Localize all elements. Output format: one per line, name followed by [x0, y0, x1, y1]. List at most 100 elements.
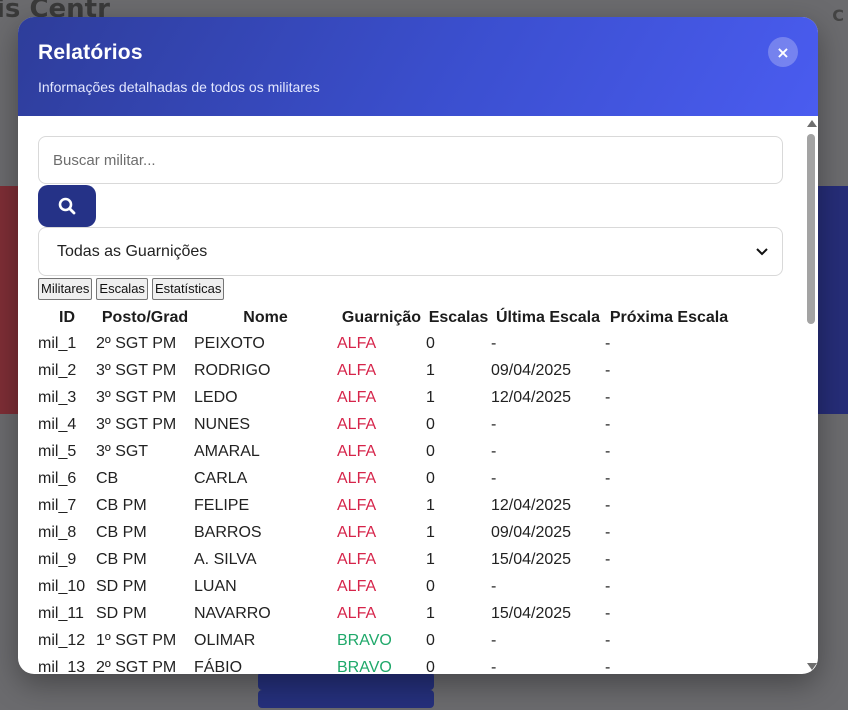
cell-posto: CB PM	[96, 523, 147, 541]
cell-proxima-escala: -	[605, 658, 611, 675]
background-button	[258, 690, 434, 708]
cell-proxima-escala: -	[605, 388, 611, 406]
chevron-down-icon	[756, 247, 768, 255]
cell-escalas: 0	[426, 631, 435, 649]
search-input[interactable]	[38, 136, 783, 184]
cell-escalas: 1	[426, 523, 435, 541]
cell-id: mil_11	[38, 604, 84, 622]
cell-proxima-escala: -	[605, 523, 611, 541]
cell-ultima-escala: 09/04/2025	[491, 361, 572, 379]
scroll-up-arrow-icon[interactable]	[807, 120, 817, 127]
cell-id: mil_12	[38, 631, 86, 649]
cell-guarnicao: ALFA	[337, 442, 377, 460]
report-tabs: Militares Escalas Estatísticas	[38, 278, 783, 300]
cell-ultima-escala: 12/04/2025	[491, 388, 572, 406]
background-fragment: C	[832, 6, 844, 25]
cell-nome: AMARAL	[194, 442, 260, 460]
cell-id: mil_9	[38, 550, 77, 568]
close-icon: ×	[776, 42, 790, 62]
cell-ultima-escala: -	[491, 577, 497, 595]
cell-id: mil_4	[38, 415, 77, 433]
cell-guarnicao: ALFA	[337, 577, 377, 595]
cell-posto: SD PM	[96, 577, 147, 595]
cell-guarnicao: BRAVO	[337, 631, 392, 649]
tab-escalas[interactable]: Escalas	[96, 278, 148, 300]
modal-body: Todas as Guarnições Militares Escalas Es…	[18, 116, 818, 674]
cell-posto: 2º SGT PM	[96, 334, 177, 352]
cell-guarnicao: ALFA	[337, 469, 377, 487]
cell-nome: NAVARRO	[194, 604, 271, 622]
cell-id: mil_8	[38, 523, 77, 541]
cell-proxima-escala: -	[605, 577, 611, 595]
cell-nome: CARLA	[194, 469, 248, 487]
cell-escalas: 0	[426, 334, 435, 352]
cell-nome: FÁBIO	[194, 658, 243, 675]
cell-guarnicao: BRAVO	[337, 658, 392, 675]
cell-proxima-escala: -	[605, 334, 611, 352]
cell-proxima-escala: -	[605, 550, 611, 568]
cell-guarnicao: ALFA	[337, 496, 377, 514]
cell-guarnicao: ALFA	[337, 415, 377, 433]
table-row: mil_10 SD PM LUAN ALFA 0 - -	[38, 573, 733, 600]
close-button[interactable]: ×	[768, 37, 798, 67]
cell-guarnicao: ALFA	[337, 550, 377, 568]
garrison-filter-select[interactable]: Todas as Guarnições	[38, 227, 783, 276]
cell-posto: 3º SGT	[96, 442, 149, 460]
cell-proxima-escala: -	[605, 442, 611, 460]
cell-escalas: 1	[426, 550, 435, 568]
cell-posto: SD PM	[96, 604, 147, 622]
table-row: mil_11 SD PM NAVARRO ALFA 1 15/04/2025 -	[38, 600, 733, 627]
cell-ultima-escala: -	[491, 334, 497, 352]
cell-escalas: 0	[426, 442, 435, 460]
cell-nome: RODRIGO	[194, 361, 271, 379]
cell-posto: 3º SGT PM	[96, 415, 177, 433]
scrollbar[interactable]	[804, 116, 818, 674]
search-button[interactable]	[38, 185, 96, 227]
cell-proxima-escala: -	[605, 631, 611, 649]
cell-ultima-escala: 09/04/2025	[491, 523, 572, 541]
cell-nome: FELIPE	[194, 496, 250, 514]
cell-posto: 1º SGT PM	[96, 631, 177, 649]
table-body: mil_1 2º SGT PM PEIXOTO ALFA 0 - - mil_2 3º SGT …	[38, 330, 733, 675]
column-header-proxima-escala: Próxima Escala	[609, 309, 729, 326]
cell-posto: 2º SGT PM	[96, 658, 177, 675]
modal-title: Relatórios	[38, 41, 143, 64]
cell-nome: LUAN	[194, 577, 237, 595]
table-row: mil_8 CB PM BARROS ALFA 1 09/04/2025 -	[38, 519, 733, 546]
scroll-down-arrow-icon[interactable]	[807, 663, 817, 670]
cell-nome: NUNES	[194, 415, 251, 433]
cell-proxima-escala: -	[605, 361, 611, 379]
scroll-thumb[interactable]	[807, 134, 815, 324]
reports-modal: Relatórios Informações detalhadas de tod…	[18, 17, 818, 674]
column-header-nome: Nome	[243, 309, 288, 326]
cell-posto: CB PM	[96, 496, 147, 514]
table-row: mil_12 1º SGT PM OLIMAR BRAVO 0 - -	[38, 627, 733, 654]
table-header-row: ID Posto/Grad Nome Guarnição Escalas Últ…	[38, 306, 733, 330]
cell-nome: OLIMAR	[194, 631, 256, 649]
column-header-escalas: Escalas	[428, 309, 489, 326]
cell-escalas: 1	[426, 361, 435, 379]
cell-escalas: 0	[426, 658, 435, 675]
cell-nome: PEIXOTO	[194, 334, 265, 352]
cell-ultima-escala: 15/04/2025	[491, 604, 572, 622]
cell-escalas: 1	[426, 604, 435, 622]
cell-proxima-escala: -	[605, 415, 611, 433]
cell-posto: 3º SGT PM	[96, 388, 177, 406]
tab-estatisticas[interactable]: Estatísticas	[151, 278, 225, 300]
cell-ultima-escala: 15/04/2025	[491, 550, 572, 568]
cell-id: mil_13	[38, 658, 86, 675]
table-row: mil_3 3º SGT PM LEDO ALFA 1 12/04/2025 -	[38, 384, 733, 411]
table-row: mil_9 CB PM A. SILVA ALFA 1 15/04/2025 -	[38, 546, 733, 573]
table-row: mil_2 3º SGT PM RODRIGO ALFA 1 09/04/2025 -	[38, 357, 733, 384]
cell-escalas: 0	[426, 415, 435, 433]
table-row: mil_5 3º SGT AMARAL ALFA 0 - -	[38, 438, 733, 465]
table-row: mil_6 CB CARLA ALFA 0 - -	[38, 465, 733, 492]
cell-ultima-escala: -	[491, 442, 497, 460]
cell-ultima-escala: 12/04/2025	[491, 496, 572, 514]
cell-ultima-escala: -	[491, 658, 497, 675]
militares-table: ID Posto/Grad Nome Guarnição Escalas Últ…	[38, 306, 733, 674]
cell-id: mil_6	[38, 469, 77, 487]
cell-guarnicao: ALFA	[337, 361, 377, 379]
column-header-id: ID	[59, 309, 75, 326]
tab-militares[interactable]: Militares	[38, 278, 93, 300]
